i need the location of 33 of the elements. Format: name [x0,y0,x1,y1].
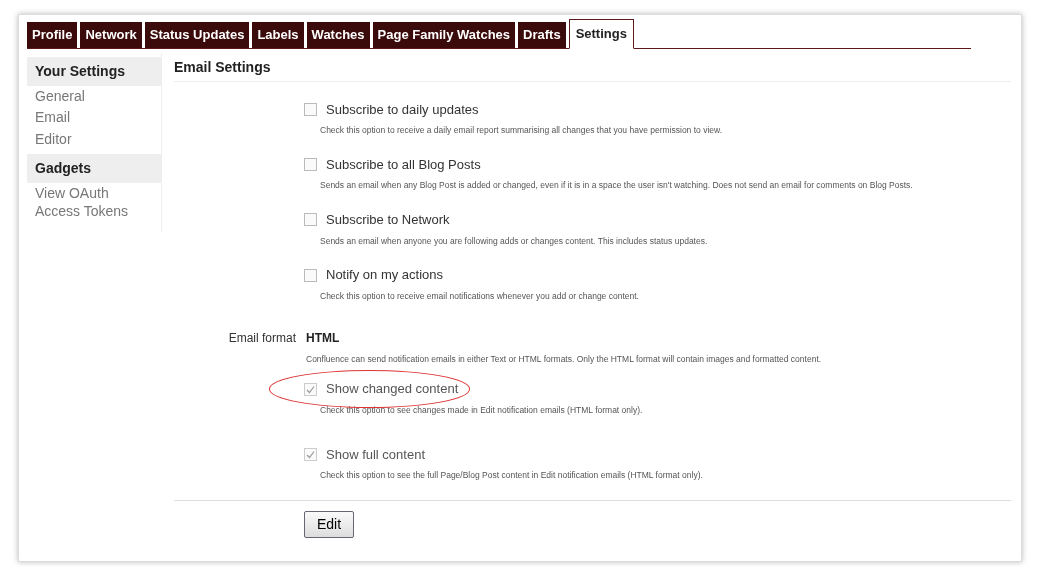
option-description: Check this option to see the full Page/Blog Post content in Edit notification emails (HTML format only). [320,469,704,482]
checkbox[interactable] [304,102,317,116]
sidebar-heading: Your Settings [27,56,161,86]
tab[interactable]: Network [80,22,142,48]
format-description: Confluence can send notification emails in either Text or HTML formats. Only the HTML format will contain images and formatted content. [306,352,823,366]
tab[interactable]: Settings [568,19,634,49]
edit-button[interactable]: Edit [304,510,355,538]
option-description: Check this option to see changes made in Edit notification emails (HTML format only). [320,403,644,417]
section-title: Email Settings [174,52,1011,82]
tab[interactable]: Profile [27,22,78,48]
option-description: Sends an email when any Blog Post is added or changed, even if it is in a space the user isn't watching. Does not send an email for comments on Blog Posts. [320,179,914,192]
tab[interactable]: Status Updates [144,22,250,48]
tab[interactable]: Labels [252,22,304,48]
sidebar-link[interactable]: Email [27,107,161,129]
checkbox-label[interactable]: Subscribe to Network [326,210,450,230]
checkbox-label[interactable]: Subscribe to daily updates [326,99,479,119]
option-description: Sends an email when anyone you are following adds or changes content. This includes status updates. [320,234,709,248]
sidebar-heading: Gadgets [27,154,161,183]
sidebar-link[interactable]: View OAuth Access Tokens [27,183,161,222]
checkbox[interactable] [304,213,317,227]
checkbox-label[interactable]: Subscribe to all Blog Posts [326,154,481,175]
field-value: HTML [306,329,340,347]
field-label: Email format [227,329,296,347]
tab[interactable]: Drafts [518,22,566,48]
checkbox-label[interactable]: Notify on my actions [326,265,444,285]
checkbox[interactable] [304,158,317,171]
option-description: Check this option to receive email notifications whenever you add or change content. [320,289,640,303]
checkbox[interactable] [304,268,317,282]
sidebar-link[interactable]: General [27,85,161,107]
tab[interactable]: Page Family Watches [372,22,516,48]
option-description: Check this option to receive a daily email report summarising all changes that you have permission to view. [320,124,724,137]
sidebar-link[interactable]: Editor [27,128,161,150]
tab[interactable]: Watches [306,22,370,48]
